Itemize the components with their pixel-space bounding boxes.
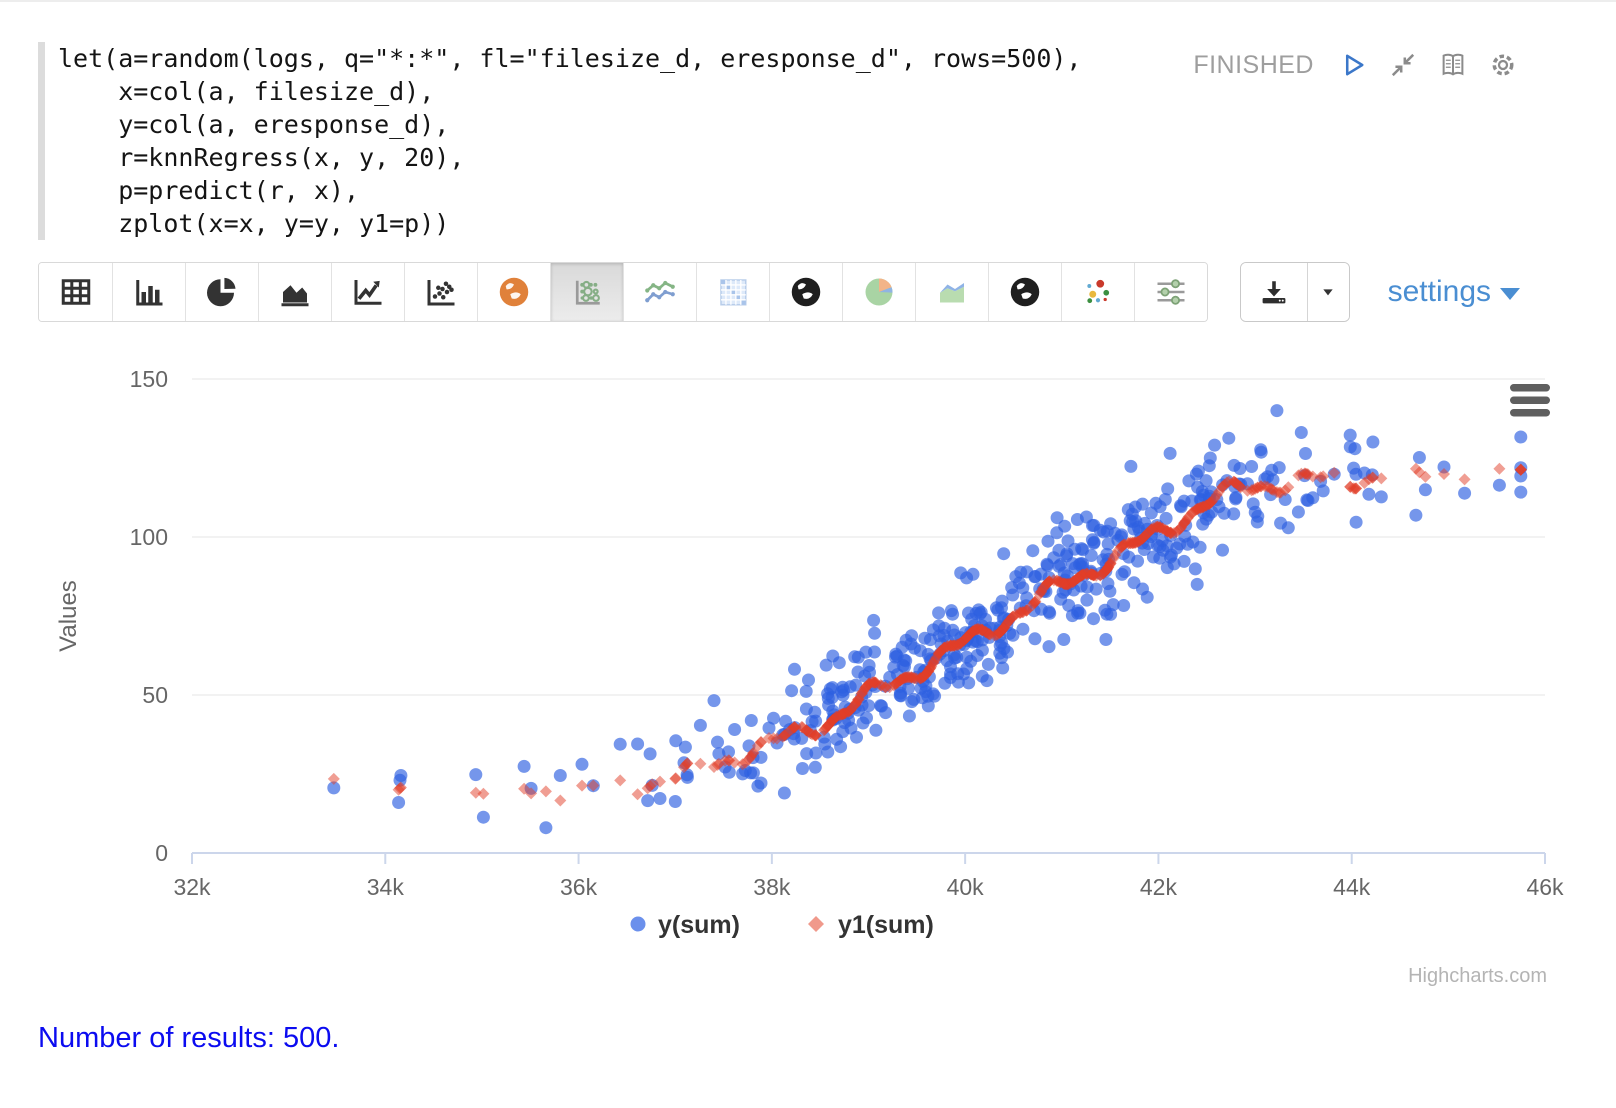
viz-button-area-color[interactable] (915, 263, 988, 321)
viz-button-globe-orange[interactable] (477, 263, 550, 321)
play-icon (1338, 50, 1368, 80)
code-editor[interactable]: let(a=random(logs, q="*:*", fl="filesize… (58, 42, 1082, 240)
table-icon (58, 274, 94, 310)
download-split-button (1240, 262, 1350, 322)
download-options-button[interactable] (1307, 263, 1349, 321)
svg-text:y1(sum): y1(sum) (838, 911, 934, 939)
y-tick-label: 0 (155, 840, 168, 866)
viz-button-area-chart[interactable] (258, 263, 331, 321)
collapse-button[interactable] (1386, 48, 1420, 82)
download-button[interactable] (1241, 263, 1307, 321)
paragraph-controls: FINISHED (1193, 48, 1520, 82)
legend-item-y[interactable]: y(sum) (631, 911, 740, 939)
svg-text:y(sum): y(sum) (658, 911, 740, 939)
results-count: Number of results: 500. (38, 1022, 1520, 1055)
x-tick-label: 36k (560, 874, 598, 900)
viz-button-scatter-color[interactable] (1061, 263, 1134, 321)
editor-row: let(a=random(logs, q="*:*", fl="filesize… (38, 42, 1520, 240)
viz-button-globe-dark-2[interactable] (988, 263, 1061, 321)
y-tick-label: 100 (130, 524, 168, 550)
globe-dark-2-icon (1007, 274, 1043, 310)
globe-orange-icon (496, 274, 532, 310)
bar-chart-icon (131, 274, 167, 310)
run-button[interactable] (1336, 48, 1370, 82)
heatmap-icon (715, 274, 751, 310)
viz-button-dots-matrix[interactable] (550, 263, 623, 321)
x-tick-label: 42k (1140, 874, 1178, 900)
x-tick-label: 38k (753, 874, 791, 900)
scatter-chart: 050100150Values32k34k36k38k40k42k44k46ky… (38, 346, 1520, 1006)
y-tick-label: 50 (142, 682, 168, 708)
notebook-paragraph: let(a=random(logs, q="*:*", fl="filesize… (0, 2, 1616, 1055)
y-tick-label: 150 (130, 366, 168, 392)
paragraph-settings-button[interactable] (1486, 48, 1520, 82)
x-tick-label: 32k (173, 874, 211, 900)
viz-button-multi-line[interactable] (623, 263, 696, 321)
show-editor-button[interactable] (1436, 48, 1470, 82)
book-icon (1438, 50, 1468, 80)
viz-type-bar (38, 262, 1208, 322)
viz-button-pie-color[interactable] (842, 263, 915, 321)
viz-button-heatmap[interactable] (696, 263, 769, 321)
caret-down-icon (1320, 284, 1336, 300)
settings-label: settings (1388, 275, 1491, 309)
gear-icon (1488, 50, 1518, 80)
y-axis-title: Values (55, 580, 82, 652)
viz-button-globe-dark[interactable] (769, 263, 842, 321)
x-tick-label: 44k (1333, 874, 1371, 900)
levels-icon (1153, 274, 1189, 310)
viz-button-line-chart[interactable] (331, 263, 404, 321)
x-tick-label: 34k (367, 874, 405, 900)
chart-settings-link[interactable]: settings (1388, 275, 1520, 309)
x-tick-label: 46k (1526, 874, 1564, 900)
scatter-plot-icon (423, 274, 459, 310)
viz-button-scatter-plot[interactable] (404, 263, 477, 321)
line-chart-icon (350, 274, 386, 310)
area-color-icon (934, 274, 970, 310)
pie-color-icon (861, 274, 897, 310)
series-y-points (327, 404, 1527, 834)
editor-gutter (38, 42, 45, 240)
pie-chart-icon (204, 274, 240, 310)
viz-button-table[interactable] (39, 263, 112, 321)
paragraph-editor: let(a=random(logs, q="*:*", fl="filesize… (38, 42, 1193, 240)
x-tick-label: 40k (947, 874, 985, 900)
scatter-color-icon (1080, 274, 1116, 310)
legend-item-y1[interactable]: y1(sum) (808, 911, 934, 939)
viz-button-pie-chart[interactable] (185, 263, 258, 321)
chart-context-menu-button[interactable] (1510, 384, 1550, 417)
download-icon (1259, 277, 1289, 307)
visualization-toolbar: settings (38, 262, 1520, 322)
collapse-icon (1388, 50, 1418, 80)
highcharts-credits: Highcharts.com (1408, 965, 1547, 987)
area-chart-icon (277, 274, 313, 310)
globe-dark-icon (788, 274, 824, 310)
viz-button-levels[interactable] (1134, 263, 1207, 321)
status-badge: FINISHED (1193, 51, 1314, 80)
dots-matrix-icon (569, 274, 605, 310)
viz-button-bar-chart[interactable] (112, 263, 185, 321)
multi-line-icon (642, 274, 678, 310)
settings-caret-icon (1500, 288, 1520, 300)
